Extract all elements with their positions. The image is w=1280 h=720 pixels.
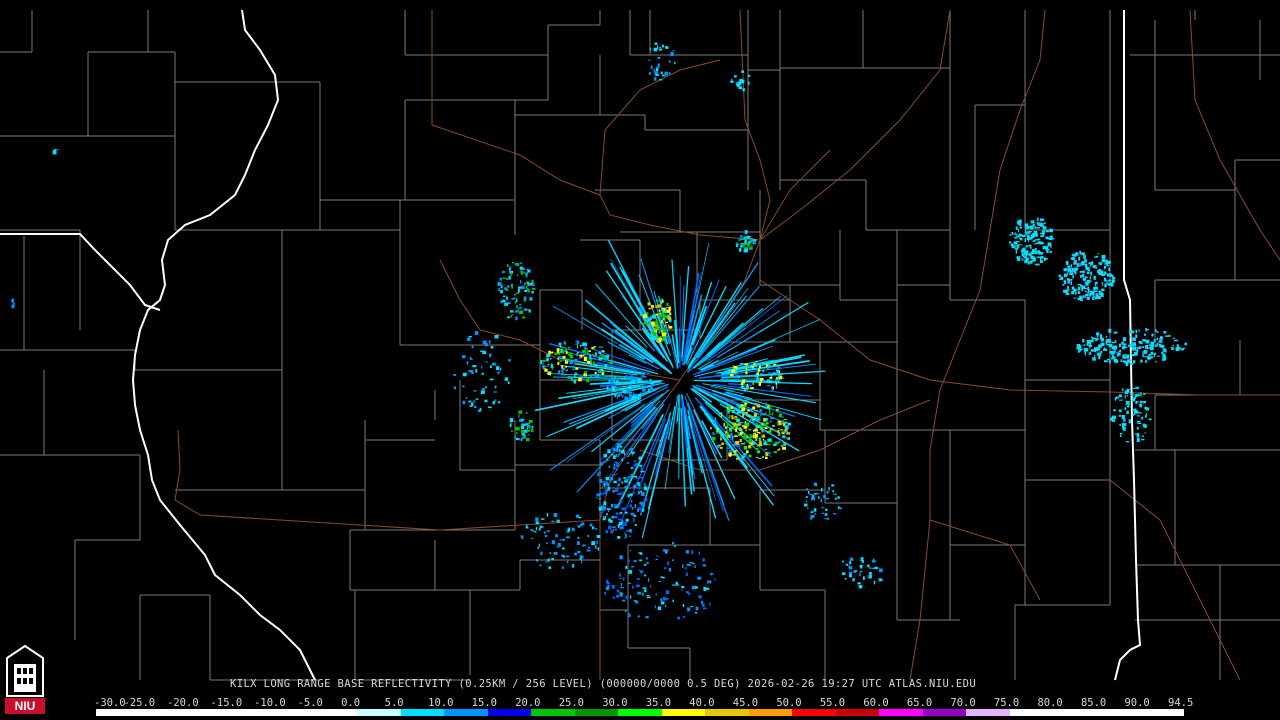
colorbar-segment: [922, 709, 967, 716]
colorbar-segment: [835, 709, 880, 716]
colorbar-segment: [661, 709, 706, 716]
colorbar-segment: [357, 709, 401, 716]
scale-label: 25.0: [558, 697, 585, 709]
colorbar-segment: [748, 709, 793, 716]
colorbar-segment: [139, 709, 184, 716]
scale-label: 15.0: [471, 697, 497, 709]
product-caption: KILX LONG RANGE BASE REFLECTIVITY (0.25K…: [230, 678, 977, 690]
scale-label: 85.0: [1080, 697, 1107, 709]
niu-logo-text: NIU: [15, 699, 36, 713]
scale-label: -25.0: [123, 697, 156, 709]
colorbar-segment: [400, 709, 445, 716]
colorbar-segment: [574, 709, 619, 716]
colorbar-segment: [444, 709, 488, 716]
colorbar-segment: [966, 709, 1010, 716]
colorbar-segment: [487, 709, 532, 716]
scale-label: 40.0: [689, 697, 715, 709]
reflectivity-scale-labels: -30.0 -25.0 -20.0 -15.0 -10.0 -5.0 0.0 5.0 10.0 1…: [94, 697, 1194, 709]
colorbar-segment: [96, 709, 140, 716]
scale-label: 94.5: [1168, 697, 1194, 709]
colorbar-segment: [879, 709, 923, 716]
map-background: [0, 0, 1280, 720]
radar-map: [0, 0, 1280, 720]
colorbar-segment: [618, 709, 662, 716]
colorbar-segment: [183, 709, 227, 716]
colorbar-segment: [1096, 709, 1141, 716]
colorbar-segment: [313, 709, 358, 716]
reflectivity-colorbar: [96, 709, 1184, 716]
scale-label: 70.0: [950, 697, 976, 709]
colorbar-segment: [792, 709, 836, 716]
colorbar-segment: [226, 709, 271, 716]
scale-label: 55.0: [819, 697, 846, 709]
scale-label: 30.0: [602, 697, 628, 709]
colorbar-segment: [531, 709, 575, 716]
scale-label: 20.0: [515, 697, 541, 709]
scale-label: 60.0: [863, 697, 889, 709]
scale-label: -10.0: [254, 697, 286, 709]
colorbar-segment: [270, 709, 314, 716]
colorbar-segment: [1140, 709, 1184, 716]
scale-label: 0.0: [341, 697, 361, 709]
scale-label: -30.0: [94, 697, 126, 709]
colorbar-segment: [1009, 709, 1054, 716]
scale-label: 75.0: [993, 697, 1020, 709]
scale-label: 90.0: [1124, 697, 1150, 709]
scale-label: 50.0: [776, 697, 802, 709]
niu-logo-icon: NIU: [5, 644, 45, 714]
scale-label: 65.0: [906, 697, 933, 709]
scale-label: 10.0: [428, 697, 454, 709]
scale-label: -15.0: [210, 697, 243, 709]
scale-label: 45.0: [732, 697, 759, 709]
scale-label: 80.0: [1037, 697, 1063, 709]
scale-label: 35.0: [645, 697, 672, 709]
scale-label: 5.0: [384, 697, 404, 709]
scale-label: -5.0: [297, 697, 323, 709]
scale-label: -20.0: [167, 697, 199, 709]
colorbar-segment: [1053, 709, 1097, 716]
colorbar-segment: [705, 709, 749, 716]
